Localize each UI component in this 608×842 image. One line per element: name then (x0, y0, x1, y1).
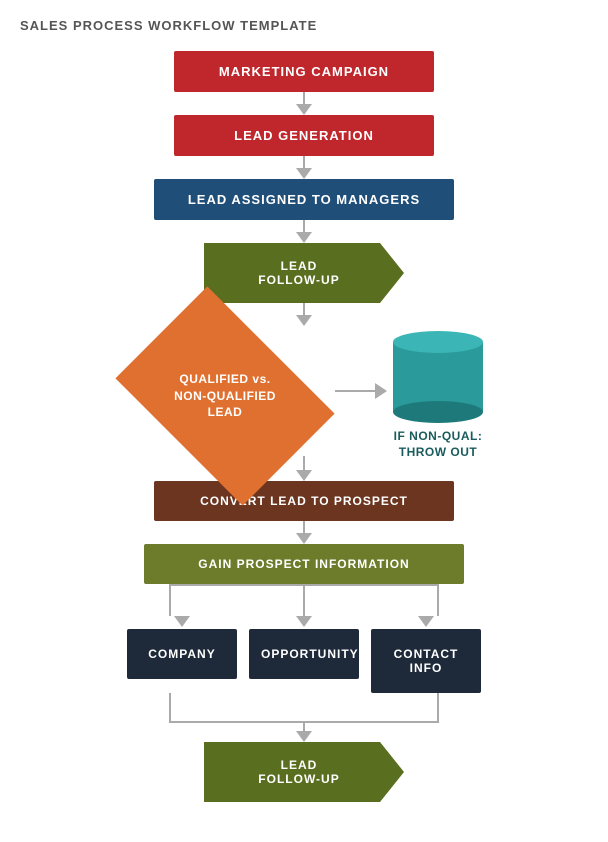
lead-generation-box: LEAD GENERATION (174, 115, 434, 156)
company-branch: COMPANY (127, 616, 237, 679)
connector-3 (296, 220, 312, 243)
nonqual-label: IF NON-QUAL: THROW OUT (394, 429, 483, 460)
marketing-campaign-box: MARKETING CAMPAIGN (174, 51, 434, 92)
cylinder-bottom (393, 401, 483, 423)
cylinder (393, 331, 483, 423)
opportunity-box: OPPORTUNITY (249, 629, 359, 679)
company-box: COMPANY (127, 629, 237, 679)
convert-lead-box: CONVERT LEAD TO PROSPECT (154, 481, 454, 521)
lead-followup2-box: LEAD FOLLOW-UP (204, 742, 404, 802)
nonqual-cylinder-group: IF NON-QUAL: THROW OUT (393, 331, 483, 460)
connector-4 (296, 303, 312, 326)
lead-assigned-box: LEAD ASSIGNED TO MANAGERS (154, 179, 454, 220)
connector-7 (296, 723, 312, 742)
flow-diagram: MARKETING CAMPAIGN LEAD GENERATION LEAD … (10, 51, 598, 822)
page-title: SALES PROCESS WORKFLOW TEMPLATE (20, 18, 598, 33)
qualified-row: QUALIFIED vs. NON-QUALIFIED LEAD IF NON-… (54, 326, 554, 466)
branch-connector (114, 584, 494, 616)
lead-followup1-box: LEAD FOLLOW-UP (204, 243, 404, 303)
connector-2 (296, 156, 312, 179)
opportunity-branch: OPPORTUNITY (249, 616, 359, 679)
branch-bottom-connector (114, 693, 494, 723)
three-boxes-row: COMPANY OPPORTUNITY CONTACT INFO (114, 616, 494, 693)
qualified-diamond: QUALIFIED vs. NON-QUALIFIED LEAD (125, 326, 325, 466)
contact-info-branch: CONTACT INFO (371, 616, 481, 693)
connector-6 (296, 521, 312, 544)
gain-prospect-box: GAIN PROSPECT INFORMATION (144, 544, 464, 584)
horiz-arrow (335, 383, 387, 399)
connector-1 (296, 92, 312, 115)
contact-info-box: CONTACT INFO (371, 629, 481, 693)
